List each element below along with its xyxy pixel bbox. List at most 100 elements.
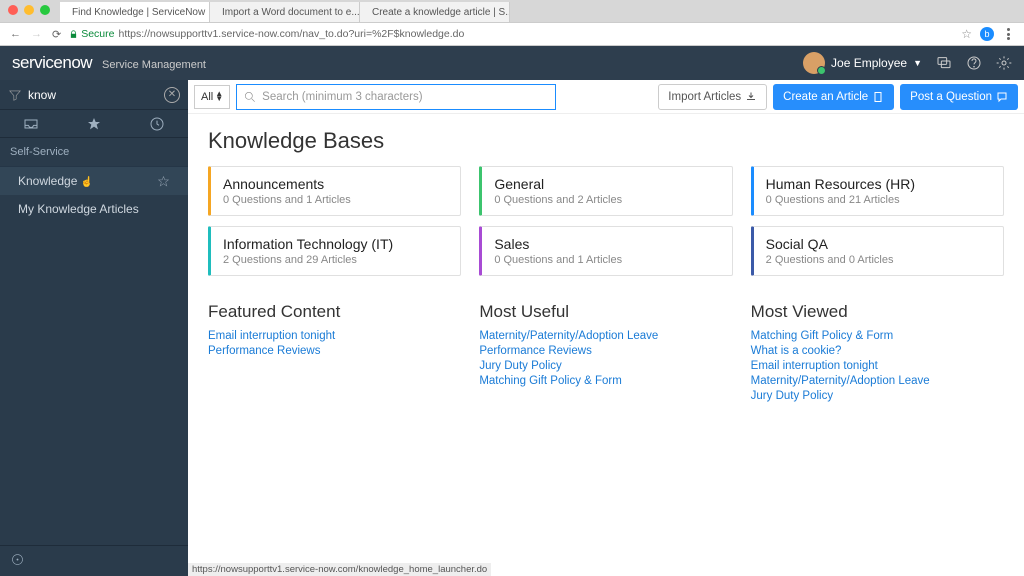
chat-bubble-icon — [996, 91, 1008, 103]
chrome-menu-icon[interactable] — [1002, 28, 1014, 40]
profile-icon[interactable]: b — [980, 27, 994, 41]
kb-card-title: Human Resources (HR) — [766, 176, 991, 192]
tab-title: Find Knowledge | ServiceNow — [72, 7, 205, 18]
logo-subtitle: Service Management — [102, 59, 206, 71]
sidebar-item-my-articles[interactable]: My Knowledge Articles — [0, 195, 188, 223]
gear-icon[interactable] — [996, 55, 1012, 71]
filter-input[interactable]: know — [28, 88, 158, 102]
app-header: servicenow Service Management Joe Employ… — [0, 46, 1024, 80]
reload-icon[interactable]: ⟳ — [52, 28, 61, 41]
status-bar: https://nowsupporttv1.service-now.com/kn… — [188, 563, 491, 576]
kb-card[interactable]: Information Technology (IT) 2 Questions a… — [208, 226, 461, 276]
favorite-star-icon[interactable] — [157, 175, 170, 188]
bookmark-icon[interactable]: ☆ — [961, 27, 972, 41]
article-link[interactable]: Performance Reviews — [208, 345, 461, 357]
article-link[interactable]: Jury Duty Policy — [751, 390, 1004, 402]
tab-title: Create a knowledge article | S... — [372, 7, 510, 18]
sidebar-footer[interactable] — [0, 545, 188, 576]
target-icon — [10, 552, 25, 567]
maximize-window-icon[interactable] — [40, 5, 50, 15]
page-title: Knowledge Bases — [208, 128, 1004, 154]
help-icon[interactable] — [966, 55, 982, 71]
kb-card-sub: 0 Questions and 2 Articles — [494, 194, 719, 206]
create-article-button[interactable]: Create an Article — [773, 84, 894, 110]
logo[interactable]: servicenow Service Management — [12, 53, 206, 73]
tab-title: Import a Word document to e... — [222, 7, 360, 18]
forward-icon[interactable]: → — [31, 28, 42, 41]
history-icon[interactable] — [149, 116, 165, 132]
post-question-button[interactable]: Post a Question — [900, 84, 1018, 110]
article-link[interactable]: Jury Duty Policy — [479, 360, 732, 372]
featured-column: Featured Content Email interruption toni… — [208, 302, 461, 405]
import-icon — [745, 91, 757, 103]
minimize-window-icon[interactable] — [24, 5, 34, 15]
column-heading: Most Useful — [479, 302, 732, 322]
close-window-icon[interactable] — [8, 5, 18, 15]
inbox-icon[interactable] — [23, 116, 39, 132]
article-link[interactable]: Email interruption tonight — [208, 330, 461, 342]
user-menu[interactable]: Joe Employee ▼ — [803, 52, 922, 74]
kb-card-title: Sales — [494, 236, 719, 252]
search-icon — [243, 90, 257, 104]
kb-card-title: Social QA — [766, 236, 991, 252]
column-heading: Featured Content — [208, 302, 461, 322]
main-content: All▲▼ Import Articles Create an Article … — [188, 80, 1024, 576]
article-link[interactable]: Maternity/Paternity/Adoption Leave — [479, 330, 732, 342]
chat-icon[interactable] — [936, 55, 952, 71]
select-arrows-icon: ▲▼ — [215, 92, 223, 102]
kb-card-title: Information Technology (IT) — [223, 236, 448, 252]
sidebar-item-label: My Knowledge Articles — [18, 202, 139, 216]
url-field[interactable]: Secure https://nowsupporttv1.service-now… — [69, 28, 953, 40]
scope-select[interactable]: All▲▼ — [194, 85, 230, 109]
browser-tab[interactable]: Find Knowledge | ServiceNow× — [60, 2, 210, 22]
filter-icon[interactable] — [8, 88, 22, 102]
browser-tab[interactable]: Create a knowledge article | S...× — [360, 2, 510, 22]
kb-card-title: Announcements — [223, 176, 448, 192]
browser-tab[interactable]: Import a Word document to e...× — [210, 2, 360, 22]
url-text: https://nowsupporttv1.service-now.com/na… — [119, 28, 465, 40]
article-link[interactable]: Performance Reviews — [479, 345, 732, 357]
content-toolbar: All▲▼ Import Articles Create an Article … — [188, 80, 1024, 114]
search-box[interactable] — [236, 84, 556, 110]
back-icon[interactable]: ← — [10, 28, 21, 41]
user-name: Joe Employee — [831, 56, 907, 70]
sidebar-section: Self-Service — [0, 138, 188, 167]
viewed-column: Most Viewed Matching Gift Policy & Form W… — [751, 302, 1004, 405]
column-heading: Most Viewed — [751, 302, 1004, 322]
lock-icon — [69, 30, 78, 39]
article-link[interactable]: Matching Gift Policy & Form — [479, 375, 732, 387]
window-controls[interactable] — [8, 5, 50, 15]
address-bar: ← → ⟳ Secure https://nowsupporttv1.servi… — [0, 22, 1024, 46]
search-input[interactable] — [262, 91, 549, 103]
kb-card-title: General — [494, 176, 719, 192]
article-link[interactable]: What is a cookie? — [751, 345, 1004, 357]
kb-card-sub: 0 Questions and 1 Articles — [223, 194, 448, 206]
kb-card-sub: 0 Questions and 21 Articles — [766, 194, 991, 206]
chevron-down-icon: ▼ — [913, 58, 922, 68]
kb-grid: Announcements 0 Questions and 1 Articles G… — [208, 166, 1004, 276]
sidebar: know ✕ Self-Service Knowledge ☝ My Knowl… — [0, 80, 188, 576]
kb-card[interactable]: Sales 0 Questions and 1 Articles — [479, 226, 732, 276]
nav-buttons[interactable]: ← → ⟳ — [10, 28, 61, 41]
sidebar-item-knowledge[interactable]: Knowledge ☝ — [0, 167, 188, 195]
kb-card[interactable]: Social QA 2 Questions and 0 Articles — [751, 226, 1004, 276]
cursor-icon: ☝ — [81, 177, 93, 188]
kb-card-sub: 2 Questions and 0 Articles — [766, 254, 991, 266]
article-link[interactable]: Email interruption tonight — [751, 360, 1004, 372]
import-articles-button[interactable]: Import Articles — [658, 84, 767, 110]
kb-card-sub: 2 Questions and 29 Articles — [223, 254, 448, 266]
article-link[interactable]: Matching Gift Policy & Form — [751, 330, 1004, 342]
star-icon[interactable] — [86, 116, 102, 132]
kb-card[interactable]: Human Resources (HR) 0 Questions and 21 A… — [751, 166, 1004, 216]
secure-badge: Secure — [69, 28, 114, 40]
sidebar-item-label: Knowledge — [18, 174, 77, 188]
useful-column: Most Useful Maternity/Paternity/Adoption… — [479, 302, 732, 405]
kb-card[interactable]: Announcements 0 Questions and 1 Articles — [208, 166, 461, 216]
clear-filter-icon[interactable]: ✕ — [164, 87, 180, 103]
article-link[interactable]: Maternity/Paternity/Adoption Leave — [751, 375, 1004, 387]
kb-card[interactable]: General 0 Questions and 2 Articles — [479, 166, 732, 216]
browser-tabstrip: Find Knowledge | ServiceNow× Import a Wo… — [0, 0, 1024, 22]
document-icon — [872, 91, 884, 103]
kb-card-sub: 0 Questions and 1 Articles — [494, 254, 719, 266]
avatar — [803, 52, 825, 74]
